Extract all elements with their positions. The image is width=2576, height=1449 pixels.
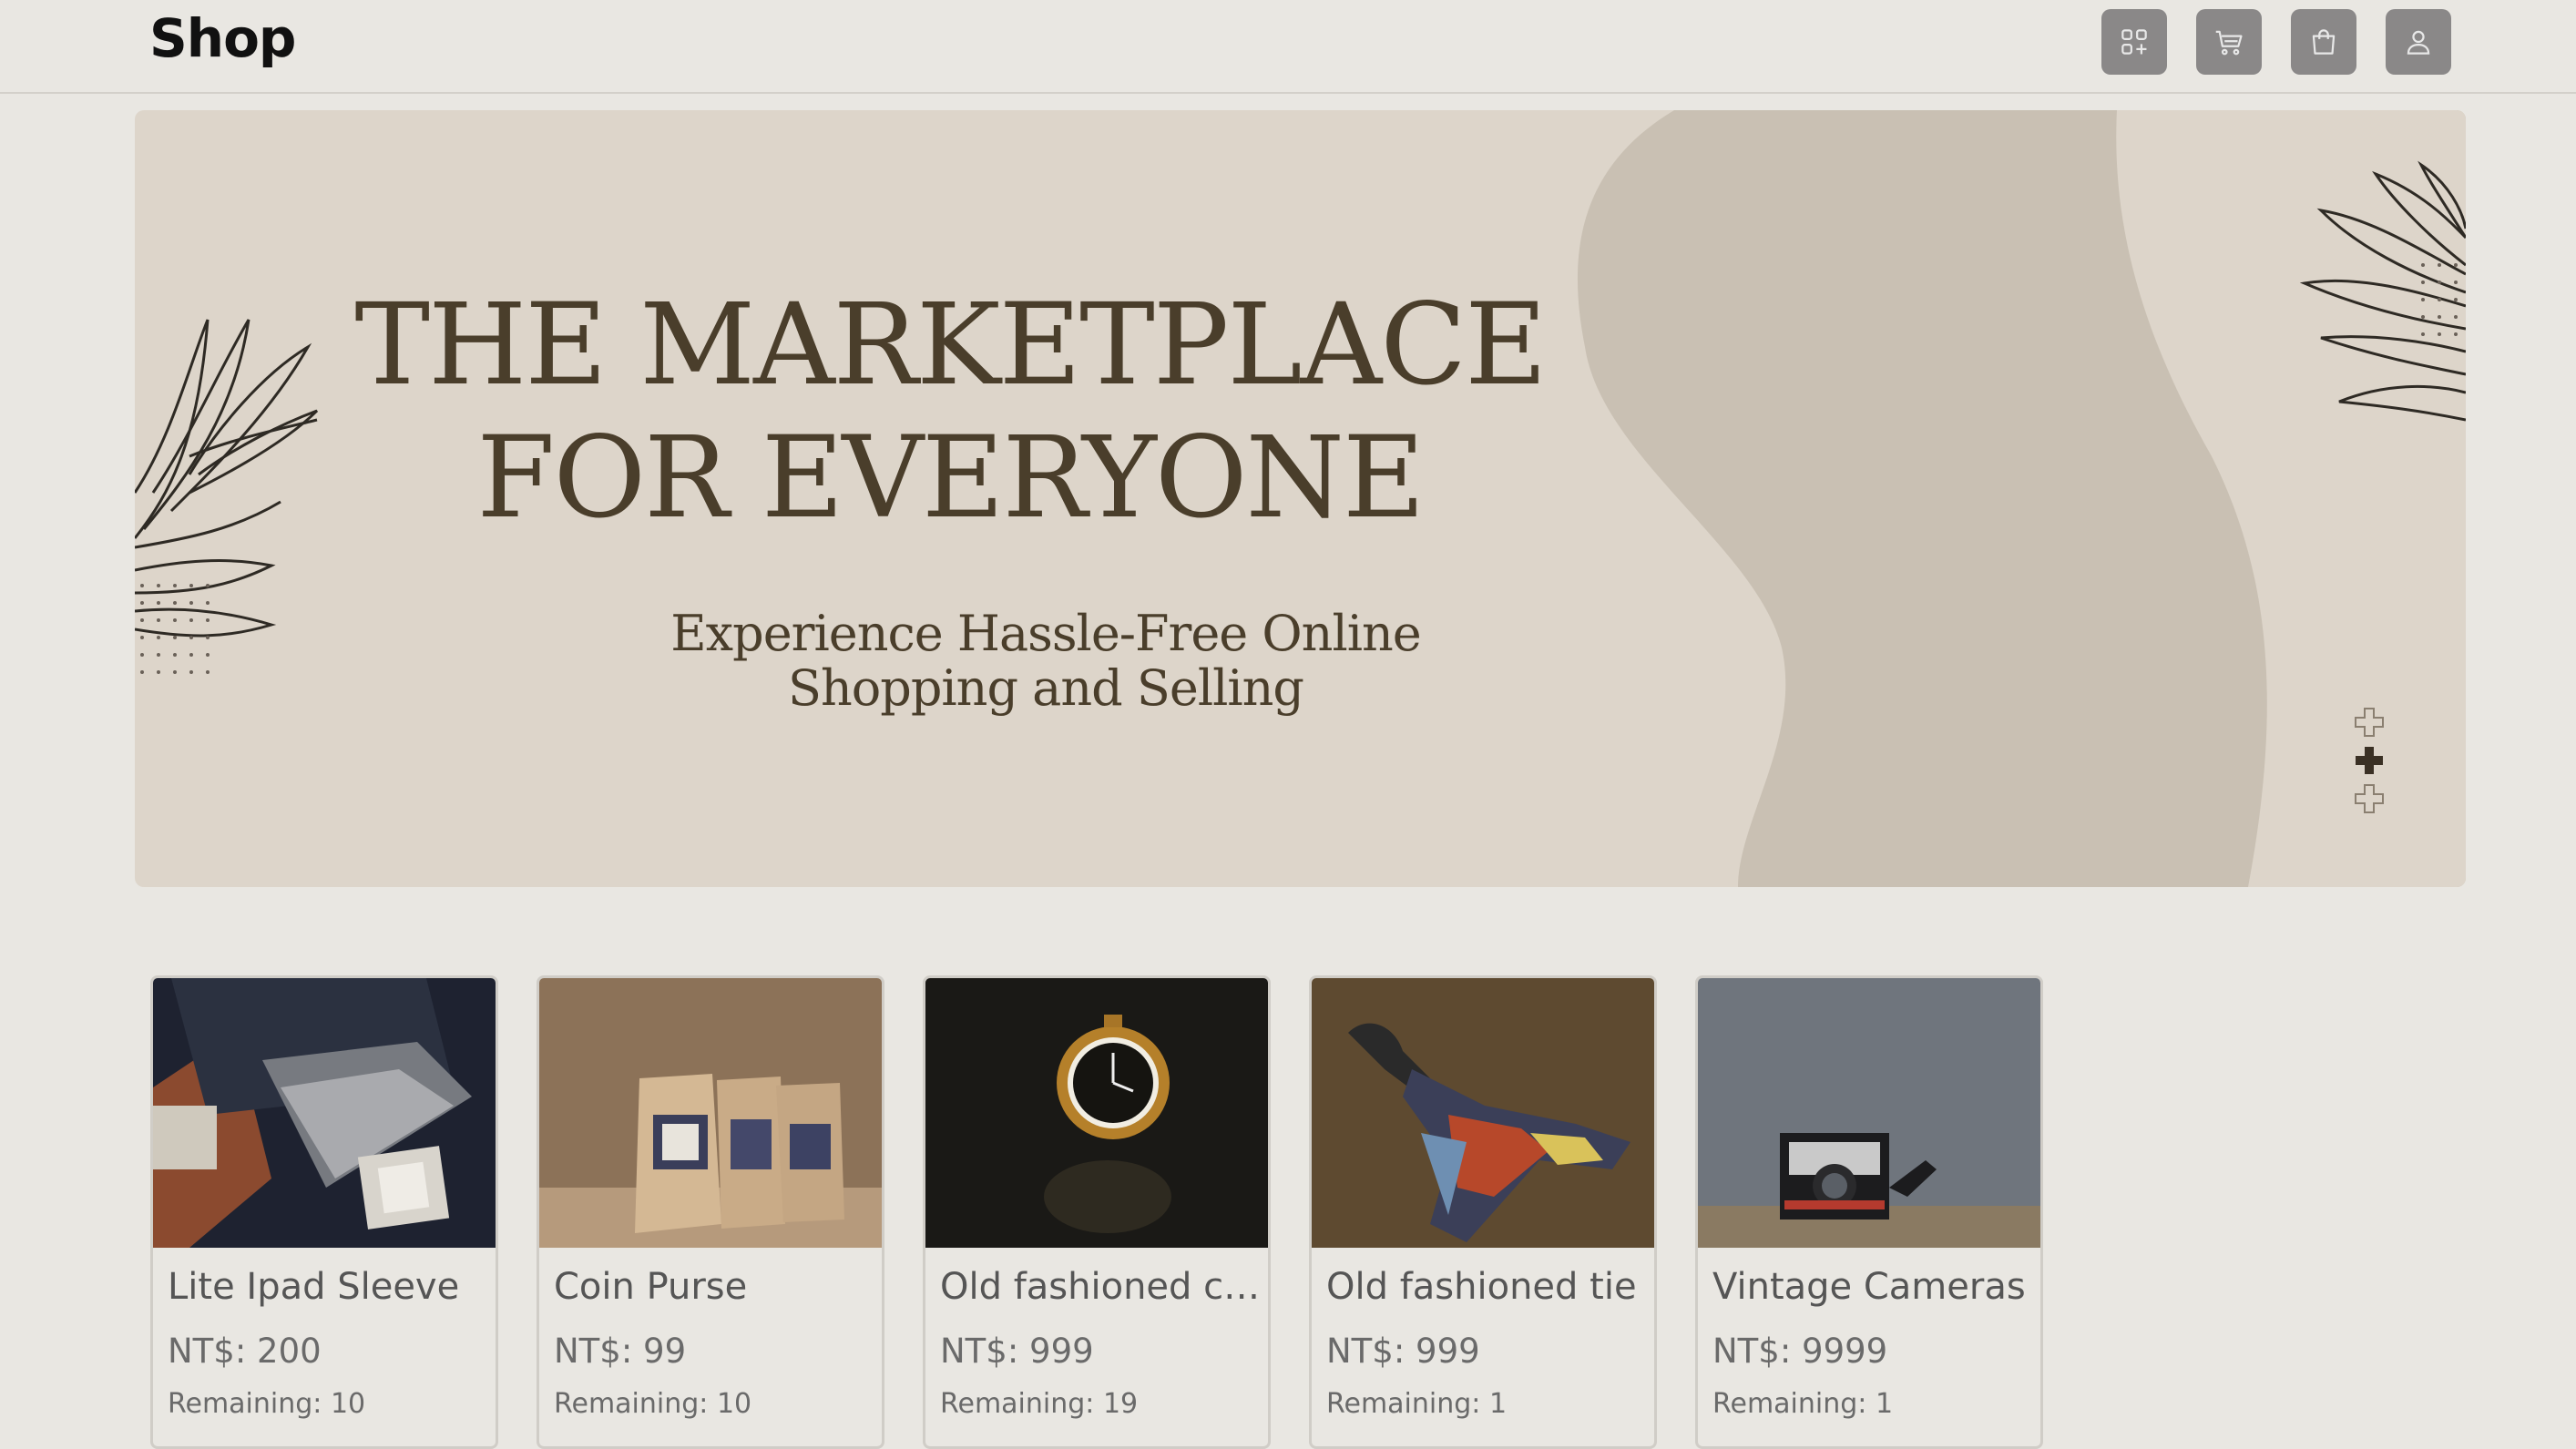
product-price: NT$: 99: [554, 1332, 687, 1371]
product-card[interactable]: Vintage Cameras NT$: 9999 Remaining: 1: [1695, 975, 2043, 1449]
product-image: [925, 978, 1268, 1248]
product-name[interactable]: Old fashioned cl...: [940, 1266, 1261, 1308]
product-name[interactable]: Vintage Cameras: [1712, 1266, 2033, 1308]
product-image: [1698, 978, 2040, 1248]
cart-button[interactable]: [2196, 9, 2262, 75]
product-image: [153, 978, 496, 1248]
product-price: NT$: 200: [168, 1332, 322, 1371]
product-price: NT$: 999: [940, 1332, 1094, 1371]
product-image: [539, 978, 882, 1248]
dashboard-icon: [2121, 29, 2147, 55]
top-navbar: Shop: [0, 0, 2576, 94]
shop-logo[interactable]: Shop: [149, 7, 296, 69]
product-price: NT$: 9999: [1712, 1332, 1888, 1371]
hero-subtitle-line2: Shopping and Selling: [787, 659, 1304, 717]
product-image: [1312, 978, 1654, 1248]
product-remaining: Remaining: 19: [940, 1388, 1139, 1420]
hero-title: THE MARKETPLACE FOR EVERYONE: [135, 279, 1765, 545]
shopping-bag-icon: [2312, 29, 2336, 55]
product-card[interactable]: Coin Purse NT$: 99 Remaining: 10: [537, 975, 884, 1449]
product-grid: Lite Ipad Sleeve NT$: 200 Remaining: 10 …: [150, 975, 2063, 1449]
product-card[interactable]: Lite Ipad Sleeve NT$: 200 Remaining: 10: [150, 975, 498, 1449]
hero-banner: THE MARKETPLACE FOR EVERYONE Experience …: [135, 110, 2466, 887]
user-icon: [2407, 30, 2430, 55]
hero-title-line2: FOR EVERYONE: [476, 413, 1425, 544]
product-remaining: Remaining: 10: [554, 1388, 752, 1420]
product-card[interactable]: Old fashioned cl... NT$: 999 Remaining: …: [923, 975, 1271, 1449]
product-name[interactable]: Coin Purse: [554, 1266, 874, 1308]
shopping-bag-button[interactable]: [2291, 9, 2356, 75]
dashboard-button[interactable]: [2101, 9, 2167, 75]
hero-subtitle: Experience Hassle-Free Online Shopping a…: [408, 607, 1683, 716]
product-remaining: Remaining: 1: [1712, 1388, 1894, 1420]
user-button[interactable]: [2386, 9, 2451, 75]
product-remaining: Remaining: 10: [168, 1388, 366, 1420]
product-remaining: Remaining: 1: [1326, 1388, 1508, 1420]
product-name[interactable]: Old fashioned tie: [1326, 1266, 1647, 1308]
cart-icon: [2215, 30, 2243, 56]
product-card[interactable]: Old fashioned tie NT$: 999 Remaining: 1: [1309, 975, 1657, 1449]
product-name[interactable]: Lite Ipad Sleeve: [168, 1266, 488, 1308]
product-price: NT$: 999: [1326, 1332, 1480, 1371]
hero-subtitle-line1: Experience Hassle-Free Online: [670, 605, 1421, 662]
dot-grid-left: [140, 584, 210, 674]
hero-title-line1: THE MARKETPLACE: [354, 280, 1547, 411]
